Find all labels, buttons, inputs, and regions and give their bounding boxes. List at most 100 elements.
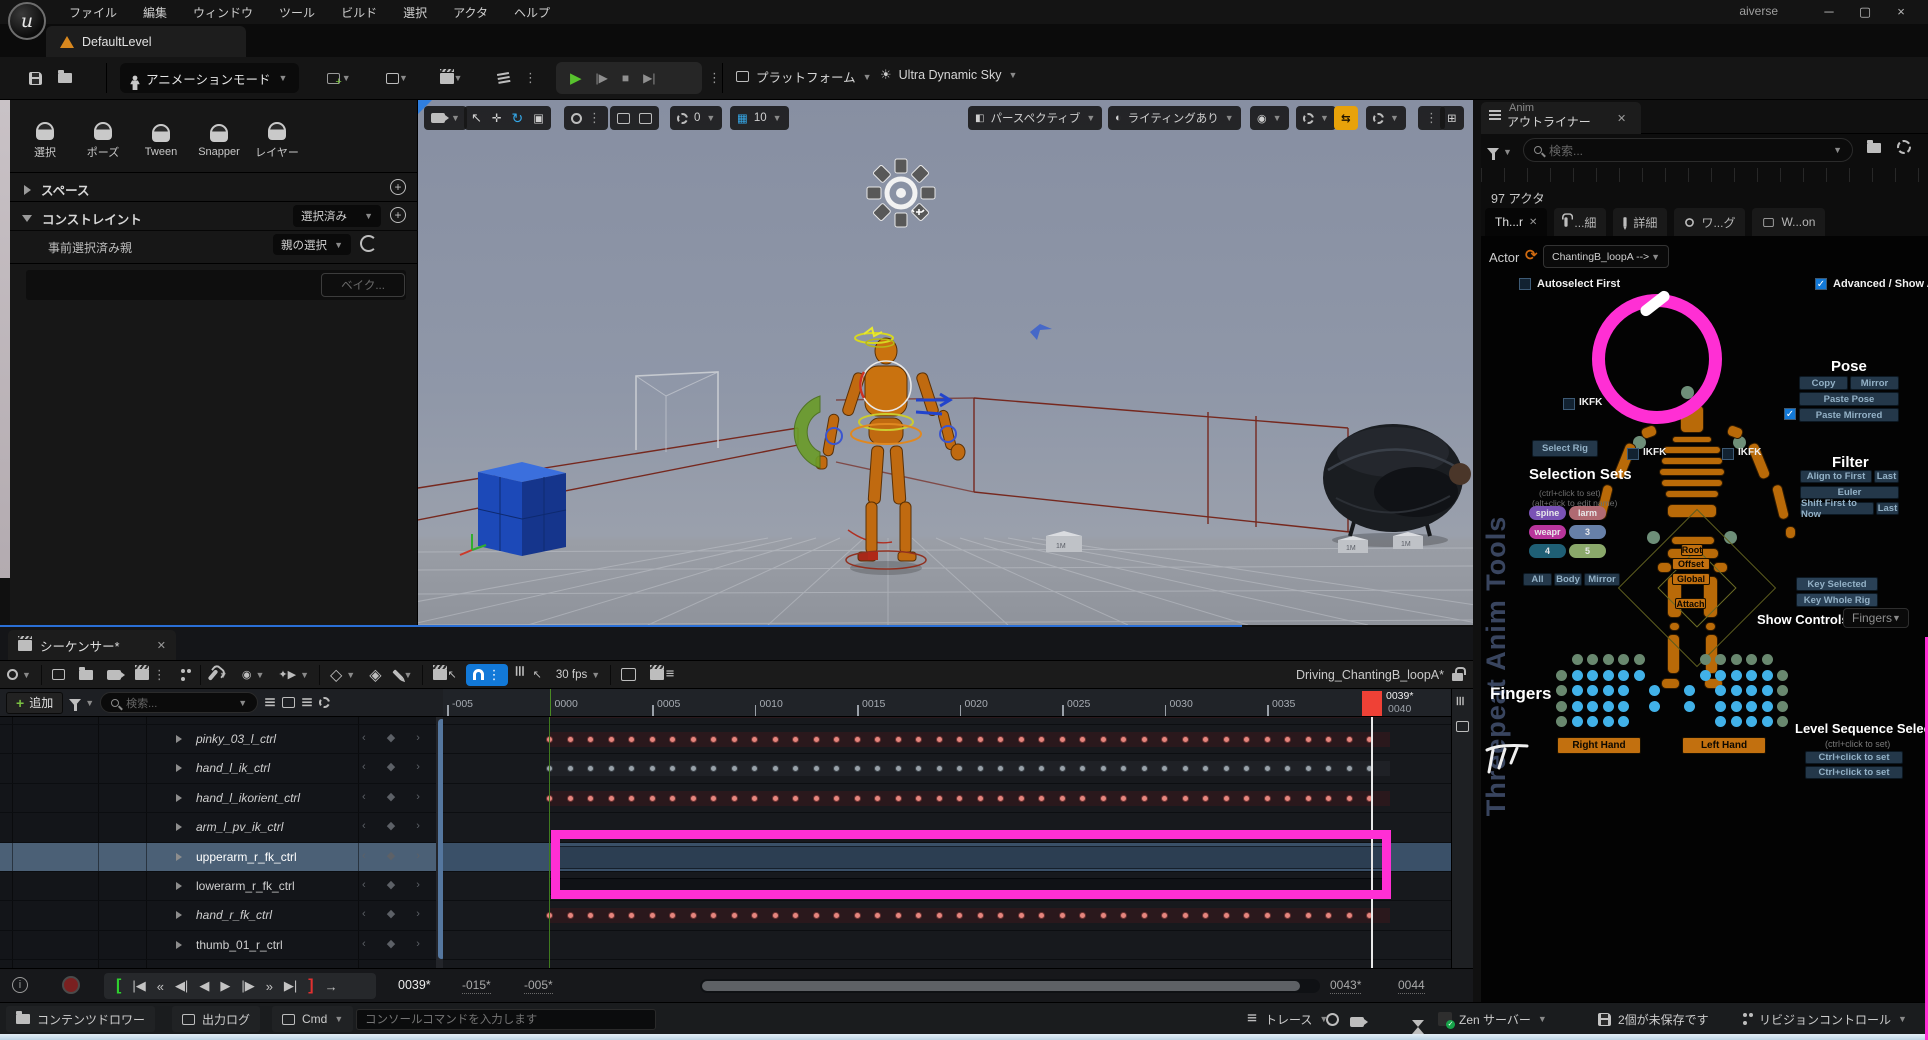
right-finger-dot[interactable] (1634, 654, 1645, 665)
refresh-icon[interactable]: ⟳ (1525, 246, 1538, 264)
track-row[interactable]: upperarm_r_fk_ctrl‹ ◆ › (0, 843, 443, 872)
keyframe-dot[interactable] (1100, 795, 1107, 802)
left-finger-dot[interactable] (1700, 654, 1711, 665)
keyframe-dot[interactable] (1346, 765, 1353, 772)
keyframe-dot[interactable] (1141, 765, 1148, 772)
menu-item-2[interactable]: ウィンドウ (180, 4, 266, 21)
keyframe-dot[interactable] (1346, 736, 1353, 743)
eject-icon[interactable]: ▶| (643, 71, 655, 85)
timeline-row[interactable] (443, 931, 1451, 960)
keyframe-dot[interactable] (1100, 765, 1107, 772)
add-actor-icon[interactable]: +▼ (326, 65, 352, 91)
left-finger-dot[interactable] (1777, 716, 1788, 727)
save-icon[interactable] (22, 65, 48, 91)
track-row[interactable]: hand_r_fk_ctrl‹ ◆ › (0, 901, 443, 930)
keyframe-dot[interactable] (772, 912, 779, 919)
sequence-name[interactable]: Driving_ChantingB_loopA* (1296, 668, 1444, 682)
timeline-row[interactable] (443, 813, 1451, 842)
keyframe-dot[interactable] (669, 795, 676, 802)
right-finger-dot[interactable] (1618, 670, 1629, 681)
keyframe-dot[interactable] (1243, 795, 1250, 802)
surface-snap-buttons[interactable] (610, 106, 659, 130)
left-finger-dot[interactable] (1731, 716, 1742, 727)
keyframe-dot[interactable] (997, 736, 1004, 743)
to-front-icon[interactable]: |◀ (132, 978, 145, 994)
bake-button[interactable]: ベイク... (321, 273, 405, 297)
ikfk-right-arm-checkbox[interactable]: ✓ (1784, 408, 1796, 420)
key-nav-buttons[interactable]: ‹ ◆ › (362, 760, 429, 773)
right-finger-dot[interactable] (1572, 716, 1583, 727)
timeline-row[interactable] (443, 960, 1451, 968)
anim-tool-4[interactable]: レイヤー (250, 122, 304, 160)
keyframe-dot[interactable] (567, 736, 574, 743)
keyframe-dot[interactable] (587, 736, 594, 743)
rig-green-dot[interactable] (1647, 531, 1660, 544)
keyframe-dot[interactable] (977, 736, 984, 743)
key-nav-buttons[interactable]: ‹ ◆ › (362, 878, 429, 891)
left-finger-dot[interactable] (1762, 701, 1773, 712)
select-edit-icon[interactable]: ↖ (426, 661, 463, 688)
trace-dropdown[interactable]: トレース▼ (1236, 1006, 1338, 1032)
play-reverse-icon[interactable]: ◀ (199, 978, 209, 994)
add-space-button[interactable]: + (390, 179, 406, 195)
auto-key-icon[interactable]: ◈ (362, 661, 388, 688)
keyframe-dot[interactable] (1284, 795, 1291, 802)
anim-tool-2[interactable]: Tween (134, 124, 188, 158)
right-finger-dot[interactable] (1603, 701, 1614, 712)
keyframe-dot[interactable] (731, 795, 738, 802)
actor-dropdown[interactable]: ChantingB_loopA --> ▼ (1543, 245, 1669, 268)
keyframe-dot[interactable] (895, 795, 902, 802)
right-finger-dot[interactable] (1649, 701, 1660, 712)
keyframe-dot[interactable] (1305, 795, 1312, 802)
left-finger-dot[interactable] (1715, 701, 1726, 712)
play-forward-icon[interactable]: ▶ (220, 978, 230, 994)
show-controls-dropdown[interactable]: Fingers▼ (1843, 608, 1909, 628)
keyframe-dot[interactable] (690, 912, 697, 919)
expand-icon[interactable] (282, 697, 295, 708)
right-finger-dot[interactable] (1556, 716, 1567, 727)
keyframe-dot[interactable] (772, 765, 779, 772)
detail-tab-close-icon[interactable]: ✕ (1529, 217, 1537, 228)
keyframe-dot[interactable] (1346, 912, 1353, 919)
left-finger-dot[interactable] (1762, 670, 1773, 681)
maximize-button[interactable]: ▢ (1850, 2, 1880, 22)
keyframe-dot[interactable] (1018, 795, 1025, 802)
keyframe-dot[interactable] (813, 736, 820, 743)
playhead-line[interactable] (1371, 717, 1373, 968)
select-body-button[interactable]: Body (1554, 573, 1582, 586)
world-dropdown[interactable]: ▼ (0, 661, 38, 688)
menu-item-4[interactable]: ビルド (328, 4, 390, 21)
keyframe-dot[interactable] (649, 765, 656, 772)
select-mirror-button[interactable]: Mirror (1584, 573, 1620, 586)
right-finger-dot[interactable] (1618, 685, 1629, 696)
keyframe-dot[interactable] (1182, 736, 1189, 743)
rig-body-part[interactable] (1663, 446, 1721, 454)
sequencer-tab[interactable]: シーケンサー* ✕ (8, 630, 176, 660)
keyframe-dot[interactable] (1161, 736, 1168, 743)
left-finger-dot[interactable] (1762, 685, 1773, 696)
lock-icon[interactable] (1452, 673, 1463, 681)
track-row[interactable]: pinky_03_l_ctrl‹ ◆ › (0, 725, 443, 754)
expander-icon[interactable] (176, 882, 182, 890)
rig-green-dot[interactable] (1681, 386, 1694, 399)
left-finger-dot[interactable] (1746, 654, 1757, 665)
editor-mode-dropdown[interactable]: アニメーションモード▼ (120, 63, 299, 93)
outliner-filter-icon[interactable]: ▼ (1487, 142, 1512, 160)
record-button[interactable] (62, 976, 80, 994)
left-finger-dot[interactable] (1777, 670, 1788, 681)
keyframe-dot[interactable] (1264, 765, 1271, 772)
key-nav-buttons[interactable]: ‹ ◆ › (362, 937, 429, 950)
blueprints-icon[interactable]: ▼ (384, 65, 410, 91)
keyframe-options-dropdown[interactable]: ◇▼ (323, 661, 362, 688)
right-finger-dot[interactable] (1587, 654, 1598, 665)
keyframe-dot[interactable] (1100, 736, 1107, 743)
snap-toggle[interactable]: ⋮ (466, 664, 508, 686)
edit-mode-dropdown[interactable]: ▼ (389, 661, 420, 688)
keyframe-dot[interactable] (936, 795, 943, 802)
left-finger-dot[interactable] (1746, 716, 1757, 727)
keyframe-dot[interactable] (567, 912, 574, 919)
keyframe-dot[interactable] (854, 736, 861, 743)
left-finger-dot[interactable] (1762, 654, 1773, 665)
create-camera-icon[interactable] (100, 661, 128, 688)
close-button[interactable]: × (1886, 2, 1916, 22)
